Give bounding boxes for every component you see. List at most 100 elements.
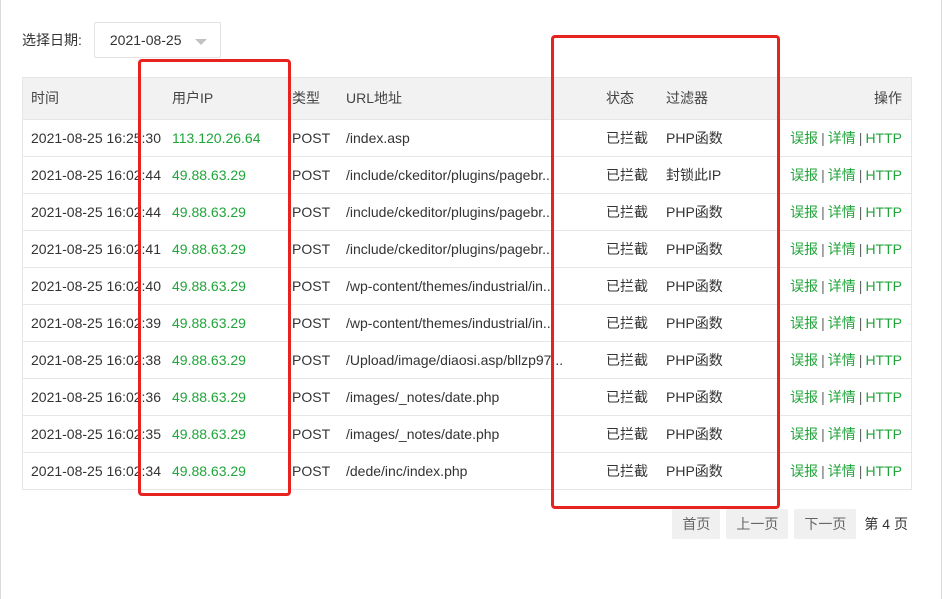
detail-link[interactable]: 详情 <box>828 167 856 183</box>
cell-time: 2021-08-25 16:02:35 <box>31 425 161 442</box>
http-link[interactable]: HTTP <box>865 204 902 220</box>
cell-url: /include/ckeditor/plugins/pagebr... <box>346 240 554 257</box>
report-link[interactable]: 误报 <box>790 389 818 405</box>
log-table: 时间 用户IP 类型 URL地址 状态 过滤器 操作 2021-08-25 16… <box>22 77 912 490</box>
cell-status: 已拦截 <box>606 129 648 146</box>
cell-type: POST <box>292 166 331 183</box>
chevron-down-icon <box>194 39 207 45</box>
cell-filter: PHP函数 <box>666 240 723 257</box>
separator: | <box>858 388 863 405</box>
table-row: 2021-08-25 16:02:44 49.88.63.29 POST /in… <box>23 193 911 230</box>
report-link[interactable]: 误报 <box>790 278 818 294</box>
separator: | <box>858 277 863 294</box>
http-link[interactable]: HTTP <box>865 352 902 368</box>
cell-ip: 49.88.63.29 <box>172 240 246 257</box>
cell-filter: PHP函数 <box>666 425 723 442</box>
report-link[interactable]: 误报 <box>790 167 818 183</box>
separator: | <box>858 351 863 368</box>
report-link[interactable]: 误报 <box>790 130 818 146</box>
separator: | <box>858 203 863 220</box>
cell-time: 2021-08-25 16:02:40 <box>31 277 161 294</box>
cell-ip: 49.88.63.29 <box>172 425 246 442</box>
cell-type: POST <box>292 462 331 479</box>
cell-ip: 49.88.63.29 <box>172 314 246 331</box>
cell-type: POST <box>292 351 331 368</box>
next-page-button[interactable]: 下一页 <box>794 509 857 539</box>
cell-actions: 误报 | 详情 | HTTP <box>766 378 911 415</box>
http-link[interactable]: HTTP <box>865 130 902 146</box>
cell-filter: PHP函数 <box>666 462 723 479</box>
cell-url: /include/ckeditor/plugins/pagebr... <box>346 203 554 220</box>
separator: | <box>821 129 825 146</box>
separator: | <box>858 462 863 479</box>
http-link[interactable]: HTTP <box>865 278 902 294</box>
cell-url: /wp-content/themes/industrial/in... <box>346 277 555 294</box>
header-url: URL地址 <box>346 90 403 107</box>
cell-ip: 49.88.63.29 <box>172 462 246 479</box>
cell-status: 已拦截 <box>606 314 648 331</box>
cell-actions: 误报 | 详情 | HTTP <box>766 119 911 156</box>
cell-ip: 113.120.26.64 <box>172 129 261 146</box>
http-link[interactable]: HTTP <box>865 241 902 257</box>
cell-status: 已拦截 <box>606 277 648 294</box>
detail-link[interactable]: 详情 <box>828 130 856 146</box>
http-link[interactable]: HTTP <box>865 389 902 405</box>
detail-link[interactable]: 详情 <box>828 352 856 368</box>
table-row: 2021-08-25 16:02:39 49.88.63.29 POST /wp… <box>23 304 911 341</box>
detail-link[interactable]: 详情 <box>828 426 856 442</box>
table-row: 2021-08-25 16:02:35 49.88.63.29 POST /im… <box>23 415 911 452</box>
http-link[interactable]: HTTP <box>865 463 902 479</box>
cell-actions: 误报 | 详情 | HTTP <box>766 230 911 267</box>
report-link[interactable]: 误报 <box>790 241 818 257</box>
http-link[interactable]: HTTP <box>865 315 902 331</box>
http-link[interactable]: HTTP <box>865 426 902 442</box>
http-link[interactable]: HTTP <box>865 167 902 183</box>
cell-actions: 误报 | 详情 | HTTP <box>766 452 911 489</box>
table-header-row: 时间 用户IP 类型 URL地址 状态 过滤器 操作 <box>23 78 911 119</box>
separator: | <box>858 425 863 442</box>
date-select[interactable]: 2021-08-25 <box>93 22 221 58</box>
cell-type: POST <box>292 203 331 220</box>
detail-link[interactable]: 详情 <box>828 204 856 220</box>
cell-type: POST <box>292 240 331 257</box>
prev-page-button[interactable]: 上一页 <box>726 509 789 539</box>
date-filter: 选择日期: 2021-08-25 <box>22 22 221 58</box>
separator: | <box>821 277 825 294</box>
cell-filter: PHP函数 <box>666 314 723 331</box>
separator: | <box>858 240 863 257</box>
detail-link[interactable]: 详情 <box>828 241 856 257</box>
table-row: 2021-08-25 16:25:30 113.120.26.64 POST /… <box>23 119 911 156</box>
cell-actions: 误报 | 详情 | HTTP <box>766 193 911 230</box>
report-link[interactable]: 误报 <box>790 426 818 442</box>
detail-link[interactable]: 详情 <box>828 278 856 294</box>
cell-filter: PHP函数 <box>666 388 723 405</box>
cell-url: /dede/inc/index.php <box>346 462 468 479</box>
cell-filter: 封锁此IP <box>666 166 722 183</box>
current-page-label: 第 4 页 <box>864 516 908 532</box>
cell-status: 已拦截 <box>606 351 648 368</box>
report-link[interactable]: 误报 <box>790 204 818 220</box>
detail-link[interactable]: 详情 <box>828 315 856 331</box>
cell-time: 2021-08-25 16:02:36 <box>31 388 161 405</box>
cell-status: 已拦截 <box>606 203 648 220</box>
header-type: 类型 <box>292 90 320 107</box>
cell-url: /index.asp <box>346 129 410 146</box>
report-link[interactable]: 误报 <box>790 352 818 368</box>
detail-link[interactable]: 详情 <box>828 463 856 479</box>
cell-type: POST <box>292 277 331 294</box>
header-action: 操作 <box>874 90 902 107</box>
detail-link[interactable]: 详情 <box>828 389 856 405</box>
cell-time: 2021-08-25 16:02:41 <box>31 240 161 257</box>
cell-filter: PHP函数 <box>666 351 723 368</box>
cell-filter: PHP函数 <box>666 129 723 146</box>
cell-status: 已拦截 <box>606 425 648 442</box>
report-link[interactable]: 误报 <box>790 463 818 479</box>
cell-type: POST <box>292 425 331 442</box>
table-row: 2021-08-25 16:02:41 49.88.63.29 POST /in… <box>23 230 911 267</box>
cell-actions: 误报 | 详情 | HTTP <box>766 267 911 304</box>
table-row: 2021-08-25 16:02:36 49.88.63.29 POST /im… <box>23 378 911 415</box>
table-row: 2021-08-25 16:02:38 49.88.63.29 POST /Up… <box>23 341 911 378</box>
separator: | <box>821 425 825 442</box>
first-page-button[interactable]: 首页 <box>672 509 721 539</box>
report-link[interactable]: 误报 <box>790 315 818 331</box>
